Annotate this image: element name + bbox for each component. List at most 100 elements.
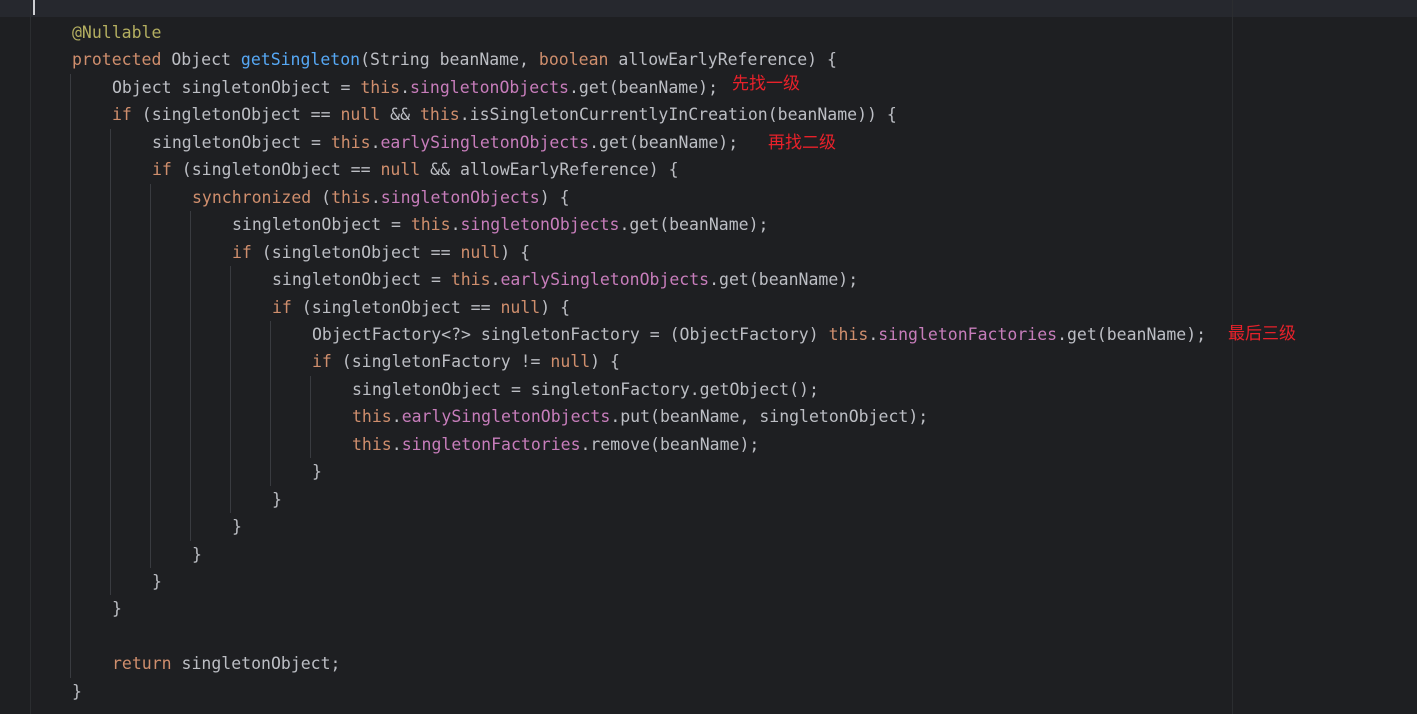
code-line[interactable]: Object singletonObject = this.singletonO… [112, 74, 718, 101]
code-line[interactable]: singletonObject = this.earlySingletonObj… [152, 129, 738, 156]
code-line[interactable]: } [232, 513, 242, 540]
code-line[interactable]: ObjectFactory<?> singletonFactory = (Obj… [312, 321, 1206, 348]
code-line[interactable]: } [272, 486, 282, 513]
code-token: Object singletonObject = [112, 77, 361, 97]
code-token: .remove(beanName); [580, 434, 760, 454]
code-token: singletonObject = [272, 270, 451, 290]
code-editor[interactable]: @Nullable protected Object getSingleton(S… [0, 0, 1417, 714]
code-token: (singletonObject == [171, 160, 381, 180]
code-token: singletonObjects [410, 77, 569, 97]
code-token: this [410, 215, 451, 235]
code-token: singletonObject; [171, 654, 341, 674]
note-second-level: 再找二级 [768, 133, 836, 153]
code-token: if [152, 160, 172, 180]
code-line[interactable]: if (singletonObject == null && this.isSi… [112, 101, 897, 128]
indent-guide [230, 266, 231, 514]
indent-guide [190, 211, 191, 541]
indent-guide [70, 73, 71, 678]
code-token: if [232, 242, 252, 262]
code-token: if [112, 105, 132, 125]
code-line[interactable]: singletonObject = this.singletonObjects.… [232, 211, 768, 238]
code-token: singletonObjects [460, 215, 620, 235]
code-line[interactable]: } [72, 678, 82, 705]
code-line[interactable]: if (singletonObject == null && allowEarl… [152, 156, 679, 183]
code-token: . [391, 434, 402, 454]
code-token: this [330, 132, 371, 152]
indent-guide [150, 183, 151, 568]
code-line[interactable]: singletonObject = this.earlySingletonObj… [272, 266, 858, 293]
code-token: singletonObject = [232, 215, 411, 235]
note-third-level: 最后三级 [1228, 324, 1296, 344]
code-token: .get(beanName); [709, 270, 859, 290]
code-token: null [500, 297, 541, 317]
note-first-level: 先找一级 [732, 74, 800, 94]
code-token: ) { [540, 297, 571, 317]
code-token: earlySingletonObjects [380, 132, 590, 152]
code-token: getSingleton [240, 50, 361, 70]
code-line[interactable]: return singletonObject; [112, 650, 341, 677]
indent-guide [110, 128, 111, 596]
code-token: . [400, 77, 411, 97]
code-token: null [550, 352, 591, 372]
code-line[interactable]: if (singletonFactory != null) { [312, 348, 620, 375]
code-token: ) { [500, 242, 531, 262]
code-token: (singletonObject == [131, 105, 341, 125]
code-token: @Nullable [72, 23, 162, 42]
code-token: this [828, 324, 869, 344]
code-token: . [370, 187, 381, 207]
code-line[interactable]: } [312, 458, 322, 485]
code-token: Object [161, 50, 241, 70]
code-token: . [490, 270, 501, 290]
code-line[interactable]: singletonObject = singletonFactory.getOb… [352, 376, 819, 403]
code-token: } [312, 462, 322, 482]
code-token: } [272, 489, 282, 509]
code-token: } [232, 517, 242, 537]
code-token: ObjectFactory<?> singletonFactory = (Obj… [312, 324, 829, 344]
code-token: . [370, 132, 381, 152]
code-line[interactable]: @Nullable [72, 19, 161, 46]
gutter-divider [30, 0, 31, 714]
code-token: this [450, 270, 491, 290]
code-token: } [72, 681, 82, 701]
code-token: earlySingletonObjects [500, 270, 710, 290]
code-token: protected [72, 50, 162, 70]
right-margin-guide [1232, 0, 1233, 714]
code-token: .put(beanName, singletonObject); [610, 407, 929, 427]
code-token: .get(beanName); [569, 77, 719, 97]
code-token: singletonObjects [380, 187, 540, 207]
code-line[interactable]: if (singletonObject == null) { [232, 239, 530, 266]
code-token: singletonObject = [152, 132, 331, 152]
code-token: } [112, 599, 122, 619]
code-token: . [450, 215, 461, 235]
code-token: ) { [590, 352, 620, 372]
code-token: (singletonObject == [291, 297, 501, 317]
code-line[interactable]: this.earlySingletonObjects.put(beanName,… [352, 403, 928, 430]
code-line[interactable]: synchronized (this.singletonObjects) { [192, 184, 570, 211]
code-token: this [352, 434, 392, 454]
indent-guide [270, 320, 271, 486]
code-token: boolean [538, 50, 609, 70]
code-line[interactable]: } [152, 568, 162, 595]
text-caret [33, 0, 35, 15]
code-token: ( [311, 187, 332, 207]
code-token: } [192, 544, 202, 564]
code-token: return [112, 654, 172, 674]
indent-guide [310, 375, 311, 459]
code-token: null [380, 160, 421, 180]
code-token: null [340, 105, 381, 125]
code-token: && allowEarlyReference) { [420, 160, 679, 180]
code-token: } [152, 572, 162, 591]
code-token: singletonFactories [878, 324, 1058, 344]
code-line[interactable]: protected Object getSingleton(String bea… [72, 46, 837, 73]
code-line[interactable]: } [112, 595, 122, 622]
code-token: (singletonFactory != [331, 352, 551, 372]
code-token: earlySingletonObjects [401, 407, 611, 427]
code-line[interactable]: if (singletonObject == null) { [272, 294, 570, 321]
code-token: this [352, 407, 392, 427]
code-token: ) { [539, 187, 570, 207]
code-line[interactable]: this.singletonFactories.remove(beanName)… [352, 431, 759, 458]
code-line[interactable]: } [192, 541, 202, 568]
code-token: . [868, 324, 879, 344]
code-token: .get(beanName); [1057, 324, 1207, 344]
code-token: null [460, 242, 501, 262]
